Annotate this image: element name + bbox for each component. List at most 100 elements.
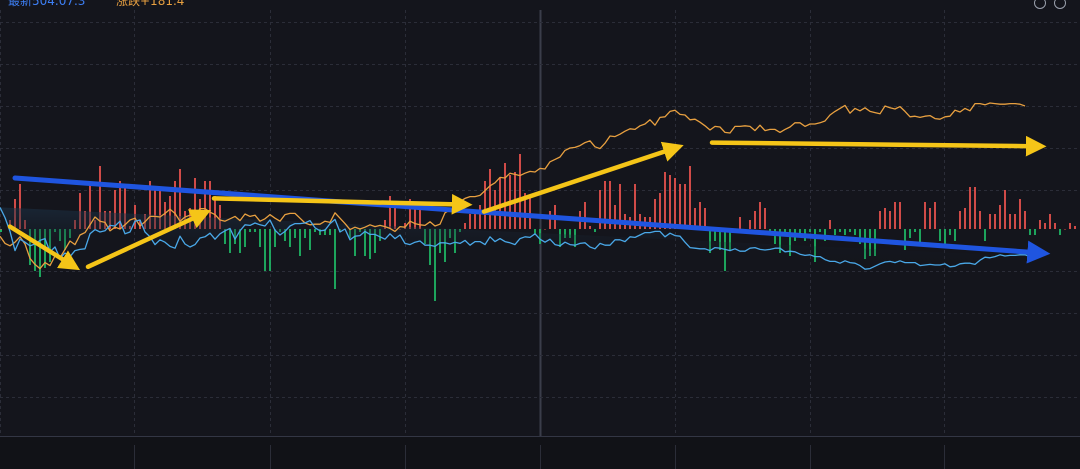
histogram-bar-down xyxy=(329,229,331,235)
yellow-arrow-5 xyxy=(709,135,1047,157)
histogram-bar-up xyxy=(464,223,466,229)
histogram-bar-down xyxy=(1029,229,1031,235)
histogram-bar-up xyxy=(1044,223,1046,229)
histogram-bar-up xyxy=(934,202,936,229)
histogram-bar-down xyxy=(264,229,266,271)
histogram-bar-up xyxy=(684,184,686,229)
histogram-bar-down xyxy=(249,229,251,232)
histogram-bar-up xyxy=(0,229,2,230)
histogram-bar-up xyxy=(469,214,471,229)
histogram-bar-up xyxy=(999,205,1001,229)
histogram-bar-down xyxy=(939,229,941,241)
histogram-bar-down xyxy=(954,229,956,241)
histogram-bar-up xyxy=(889,211,891,229)
histogram-bar-down xyxy=(949,229,951,235)
histogram-bar-up xyxy=(894,202,896,229)
histogram-bar-up xyxy=(544,229,546,230)
histogram-bar-up xyxy=(1064,229,1066,230)
histogram-bar-up xyxy=(414,208,416,229)
annotation-arrows xyxy=(7,135,1051,271)
histogram-bar-up xyxy=(974,187,976,229)
histogram-bar-up xyxy=(704,208,706,229)
histogram-bar-up xyxy=(929,208,931,229)
histogram-bar-up xyxy=(394,208,396,229)
histogram-bar-up xyxy=(924,202,926,229)
histogram-bar-up xyxy=(1039,220,1041,229)
histogram-bar-up xyxy=(959,211,961,229)
histogram-bar-up xyxy=(669,175,671,229)
histogram-bar-up xyxy=(689,166,691,229)
histogram-bar-up xyxy=(879,211,881,229)
histogram-bar-up xyxy=(504,163,506,229)
histogram-bar-up xyxy=(759,202,761,229)
histogram-bar-down xyxy=(819,229,821,232)
histogram-bar-up xyxy=(664,172,666,229)
histogram-bar-down xyxy=(314,229,316,232)
histogram-bar-up xyxy=(964,208,966,229)
yellow-arrow-4 xyxy=(481,141,684,214)
histogram-bar-up xyxy=(419,208,421,229)
histogram-bar-up xyxy=(739,217,741,229)
histogram-bar-up xyxy=(994,214,996,229)
histogram-bar-up xyxy=(754,211,756,229)
histogram-bar-up xyxy=(749,220,751,229)
histogram-bar-up xyxy=(529,196,531,229)
histogram-bar-down xyxy=(289,229,291,247)
histogram-bar-down xyxy=(1059,229,1061,235)
histogram-bar-up xyxy=(1024,211,1026,229)
histogram-bar-down xyxy=(844,229,846,235)
histogram-bar-up xyxy=(969,187,971,229)
histogram-bar-up xyxy=(614,205,616,229)
chart-stage: 最新504.07.3 涨跌+181.4 xyxy=(0,0,1080,469)
histogram-bar-up xyxy=(884,208,886,229)
histogram-bar-down xyxy=(299,229,301,256)
histogram-bar-up xyxy=(1019,199,1021,229)
histogram-bar-down xyxy=(984,229,986,241)
histogram-bar-up xyxy=(679,184,681,229)
histogram-bar-down xyxy=(334,229,336,289)
histogram-bar-up xyxy=(1054,223,1056,229)
histogram-bar-up xyxy=(584,202,586,229)
price-chart xyxy=(0,10,1080,469)
histogram-bar-up xyxy=(979,211,981,229)
histogram-bar-up xyxy=(549,211,551,229)
histogram-bar-down xyxy=(839,229,841,232)
histogram-bar-up xyxy=(674,178,676,229)
histogram-bar-up xyxy=(1074,226,1076,229)
histogram-bar-down xyxy=(909,229,911,238)
histogram-bar-down xyxy=(244,229,246,247)
histogram-bar-down xyxy=(594,229,596,232)
histogram-bar-down xyxy=(294,229,296,238)
histogram-bar-up xyxy=(1004,190,1006,229)
histogram-bar-down xyxy=(269,229,271,271)
histogram-bar-up xyxy=(829,220,831,229)
histogram-bar-up xyxy=(1069,223,1071,229)
histogram-bar-up xyxy=(1009,214,1011,229)
histogram-bar-up xyxy=(499,178,501,229)
histogram-bar-down xyxy=(809,229,811,232)
histogram-bar-up xyxy=(589,226,591,229)
histogram-bar-down xyxy=(904,229,906,250)
histogram-bar-up xyxy=(1014,214,1016,229)
histogram-bar-down xyxy=(229,229,231,253)
histogram-bar-up xyxy=(484,181,486,229)
histogram-bar-down xyxy=(914,229,916,232)
histogram-bar-up xyxy=(489,169,491,229)
histogram-bar-down xyxy=(834,229,836,235)
histogram-bar-down xyxy=(259,229,261,247)
histogram-bar-down xyxy=(1034,229,1036,235)
yellow-arrow-3 xyxy=(211,193,473,215)
histogram-bar-down xyxy=(849,229,851,232)
histogram-bar-down xyxy=(254,229,256,232)
histogram-bar-down xyxy=(854,229,856,235)
histogram-bar-down xyxy=(304,229,306,238)
histogram-bar-up xyxy=(519,154,521,229)
histogram-bar-up xyxy=(479,205,481,229)
histogram-bar-up xyxy=(699,202,701,229)
histogram-bar-up xyxy=(989,214,991,229)
histogram-bar-down xyxy=(364,229,366,256)
histogram-bar-down xyxy=(309,229,311,250)
histogram-bar-up xyxy=(1049,214,1051,229)
histogram-bar-up xyxy=(899,202,901,229)
histogram-bar-up xyxy=(764,208,766,229)
